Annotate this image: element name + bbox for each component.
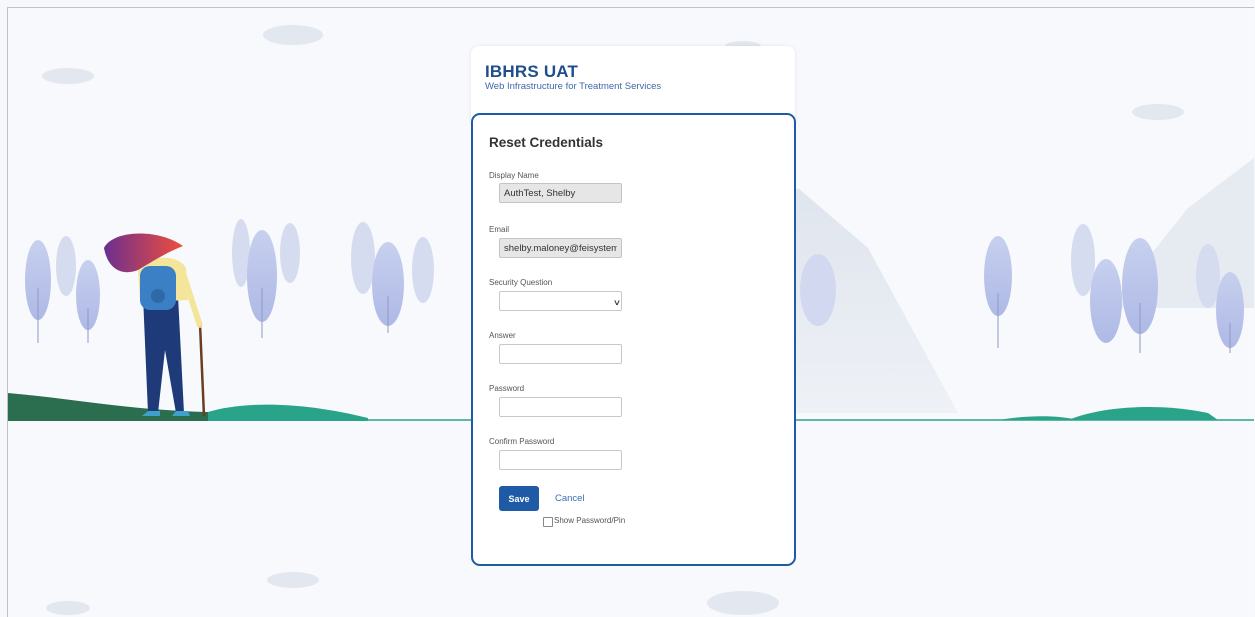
display-name-field[interactable]	[499, 183, 622, 203]
login-page: IBHRS UAT Web Infrastructure for Treatme…	[7, 7, 1254, 617]
security-question-label: Security Question	[489, 278, 553, 287]
chevron-down-icon: ∨	[612, 298, 622, 307]
confirm-password-field[interactable]	[499, 450, 622, 470]
app-subtitle: Web Infrastructure for Treatment Service…	[485, 81, 662, 92]
email-label: Email	[489, 225, 510, 234]
reset-credentials-card: Reset Credentials Display Name Email Sec…	[471, 113, 796, 566]
answer-field[interactable]	[499, 344, 622, 364]
app-title: IBHRS UAT	[485, 62, 579, 81]
password-field[interactable]	[499, 397, 622, 417]
answer-label: Answer	[489, 331, 516, 340]
confirm-password-label: Confirm Password	[489, 437, 555, 446]
hiker-illustration	[104, 233, 206, 417]
email-field[interactable]	[499, 238, 622, 258]
form-title: Reset Credentials	[489, 135, 604, 150]
save-button[interactable]: Save	[499, 486, 539, 511]
show-password-checkbox[interactable]	[543, 517, 553, 527]
security-question-select[interactable]	[499, 291, 622, 311]
cancel-link[interactable]: Cancel	[555, 493, 585, 504]
show-password-label[interactable]: Show Password/Pin	[554, 516, 625, 525]
display-name-label: Display Name	[489, 171, 539, 180]
password-label: Password	[489, 384, 525, 393]
